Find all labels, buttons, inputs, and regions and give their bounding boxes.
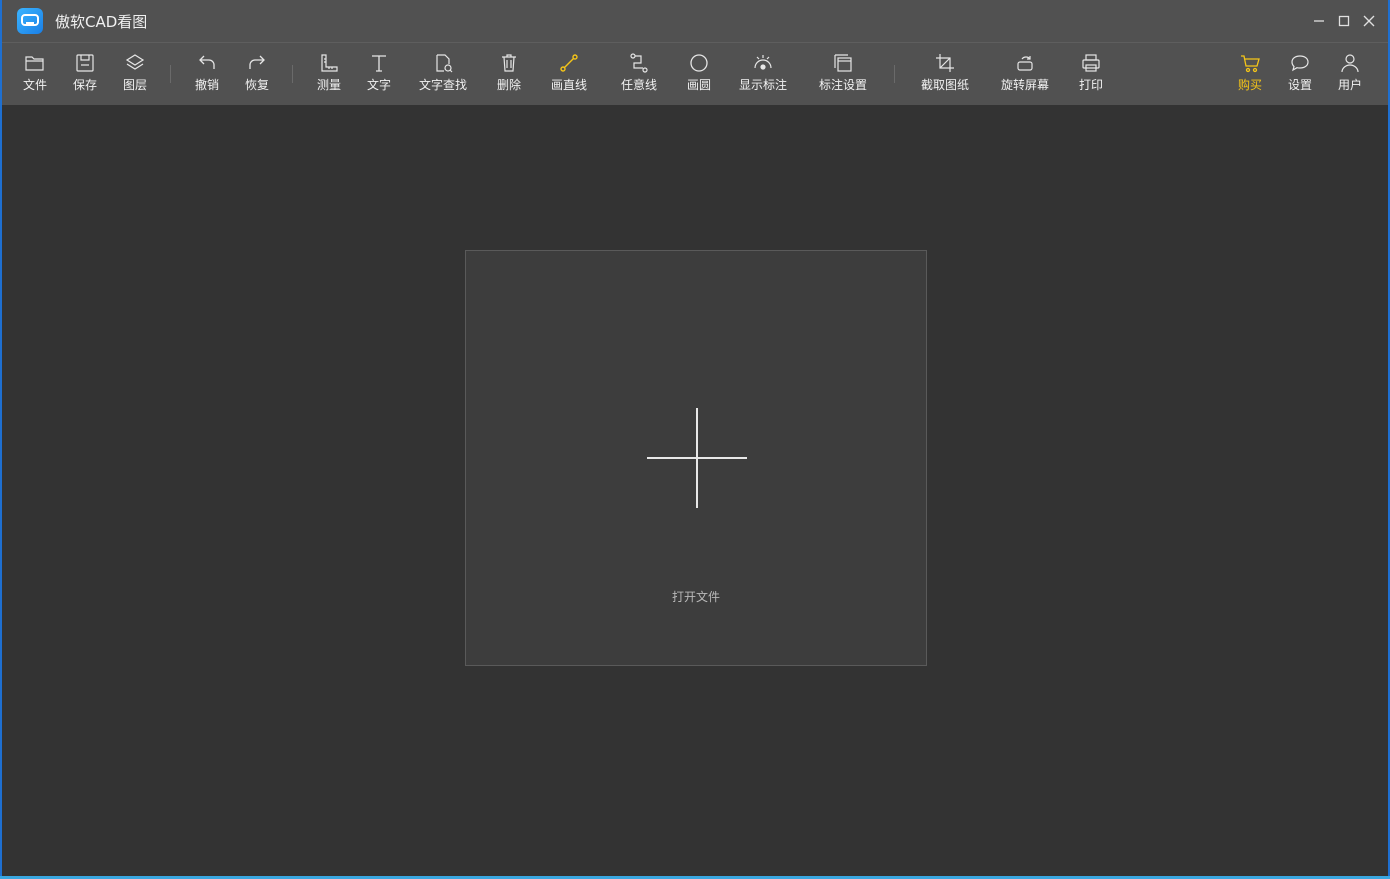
redo-label: 恢复 [244,78,269,92]
undo-button[interactable]: 撤销 [192,43,222,105]
chat-bubble-icon [1289,52,1311,74]
undo-icon [196,52,218,74]
printer-icon [1080,52,1102,74]
save-label: 保存 [72,78,97,92]
app-title: 傲软CAD看图 [55,13,148,31]
buy-button[interactable]: 购买 [1235,43,1265,105]
close-button[interactable] [1358,10,1380,32]
user-label: 用户 [1337,78,1362,92]
redo-button[interactable]: 恢复 [242,43,272,105]
delete-button[interactable]: 删除 [494,43,524,105]
circle-icon [688,52,710,74]
settings-button[interactable]: 设置 [1285,43,1315,105]
save-button[interactable]: 保存 [70,43,100,105]
undo-label: 撤销 [194,78,219,92]
layers-label: 图层 [122,78,147,92]
rotate-label: 旋转屏幕 [1000,78,1049,92]
open-file-panel[interactable]: 打开文件 [465,250,927,666]
circle-button[interactable]: 画圆 [684,43,714,105]
show-annotations-button[interactable]: 显示标注 [738,43,788,105]
rotate-icon [1014,52,1036,74]
app-logo-icon [17,8,43,34]
cart-icon [1239,52,1261,74]
close-icon [1363,15,1375,27]
trash-icon [498,52,520,74]
maximize-icon [1338,15,1350,27]
app-window: 傲软CAD看图 文件 保存 图层 撤销 恢复 测量 文字 文字查找 删除 画直线… [2,0,1388,876]
polyline-button[interactable]: 任意线 [619,43,659,105]
crop-button[interactable]: 截取图纸 [920,43,970,105]
crop-icon [934,52,956,74]
minimize-button[interactable] [1308,10,1330,32]
title-bar: 傲软CAD看图 [2,0,1388,43]
text-search-label: 文字查找 [418,78,467,92]
crop-label: 截取图纸 [920,78,969,92]
text-label: 文字 [366,78,391,92]
delete-label: 删除 [496,78,521,92]
maximize-button[interactable] [1333,10,1355,32]
line-tool-icon [558,52,580,74]
user-button[interactable]: 用户 [1335,43,1365,105]
polyline-label: 任意线 [620,78,657,92]
open-file-label: 打开文件 [671,590,720,604]
toolbar-separator [170,65,171,83]
circle-label: 画圆 [686,78,711,92]
folder-open-icon [24,52,46,74]
document-search-icon [432,52,454,74]
layers-button[interactable]: 图层 [120,43,150,105]
toolbar-separator [292,65,293,83]
print-button[interactable]: 打印 [1076,43,1106,105]
minimize-icon [1314,20,1324,22]
annotation-settings-icon [832,52,854,74]
buy-label: 购买 [1237,78,1262,92]
rotate-button[interactable]: 旋转屏幕 [1000,43,1050,105]
annotation-visibility-icon [752,52,774,74]
text-button[interactable]: 文字 [364,43,394,105]
text-search-button[interactable]: 文字查找 [418,43,468,105]
user-icon [1339,52,1361,74]
settings-label: 设置 [1287,78,1312,92]
annotation-settings-label: 标注设置 [818,78,867,92]
draw-line-label: 画直线 [550,78,587,92]
measure-label: 测量 [316,78,341,92]
redo-icon [246,52,268,74]
print-label: 打印 [1078,78,1103,92]
show-annotations-label: 显示标注 [738,78,787,92]
annotation-settings-button[interactable]: 标注设置 [818,43,868,105]
polyline-icon [628,52,650,74]
text-icon [368,52,390,74]
layers-icon [124,52,146,74]
file-label: 文件 [22,78,47,92]
main-toolbar: 文件 保存 图层 撤销 恢复 测量 文字 文字查找 删除 画直线 任意线 画圆 … [2,43,1388,105]
drawing-canvas[interactable]: 打开文件 [2,105,1388,876]
draw-line-button[interactable]: 画直线 [549,43,589,105]
ruler-icon [318,52,340,74]
file-button[interactable]: 文件 [20,43,50,105]
save-icon [74,52,96,74]
measure-button[interactable]: 测量 [314,43,344,105]
plus-icon-vertical [696,408,698,508]
toolbar-separator [894,65,895,83]
